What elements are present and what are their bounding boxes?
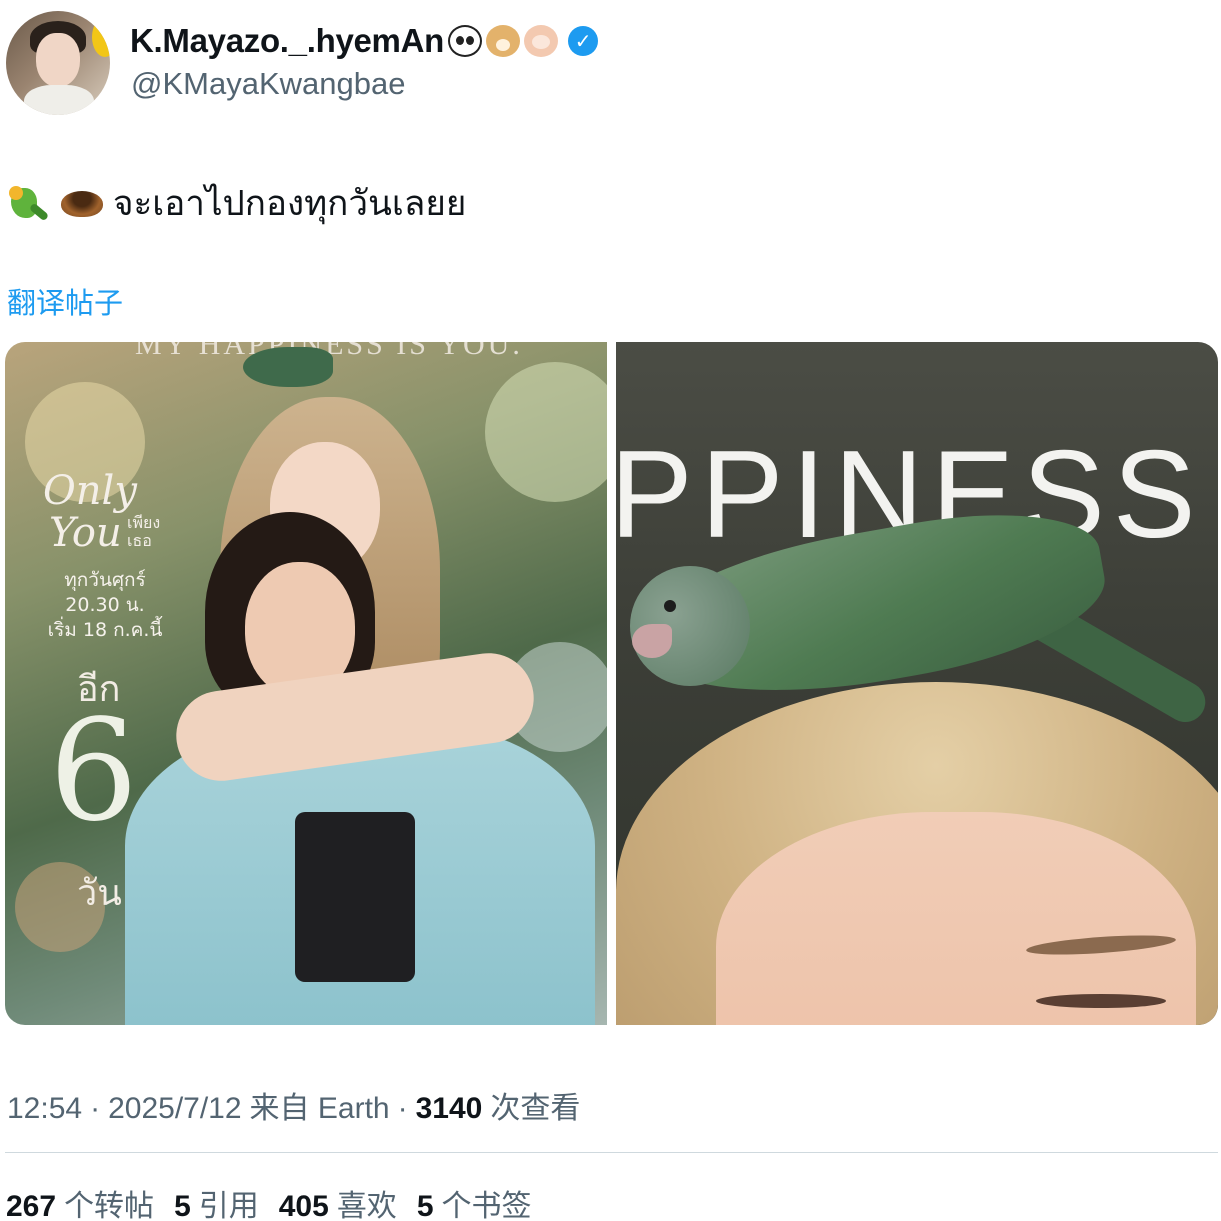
author-display-name[interactable]: K.Mayazo._.hyemAn ✓ [130,22,598,60]
translate-post-link[interactable]: 翻译帖子 [7,280,123,322]
poster-logo-only: Only [43,468,137,514]
small-parrot [243,347,333,387]
parrot-beak [632,624,672,658]
quotes-stat[interactable]: 5 引用 [174,1181,259,1221]
meta-separator: · [397,1092,408,1125]
retweets-stat[interactable]: 267 个转帖 [6,1181,154,1221]
likes-count: 405 [278,1190,329,1221]
tweet-date[interactable]: 2025/7/12 [108,1092,241,1126]
tweet-source: 来自 Earth [249,1092,390,1125]
dog-face-icon [486,25,520,57]
avatar-body [24,85,94,115]
panda-face-icon [448,25,482,57]
hamster-face-icon [524,25,558,57]
media-image-left[interactable]: MY HAPPINESS IS YOU. Only You เพียงเธอ ท… [5,342,607,1025]
poster-schedule-time: 20.30 น. [65,594,145,616]
quotes-count: 5 [174,1190,191,1221]
meta-separator: · [90,1092,101,1125]
tweet-text: จะเอาไปกองทุกวันเลยย [7,176,466,231]
author-handle[interactable]: @KMayaKwangbae [131,66,405,102]
author-name-text[interactable]: K.Mayazo._.hyemAn [130,22,444,60]
black-top [295,812,415,982]
poster-countdown-number: 6 [49,690,139,853]
likes-stat[interactable]: 405 喜欢 [279,1181,397,1221]
retweets-label: 个转帖 [64,1190,155,1221]
poster-logo: Only You เพียงเธอ [43,468,160,556]
tweet-meta: 12:54 · 2025/7/12 来自 Earth · 3140 次查看 [7,1083,580,1127]
views-label: 次查看 [490,1092,581,1125]
views-count: 3140 [415,1092,483,1125]
nest-icon [61,190,103,217]
parrot-eye [664,600,676,612]
avatar-balloon [92,17,110,57]
poster-logo-thai: เพียงเธอ [127,513,161,550]
media-image-right[interactable]: PPINESS I [616,342,1218,1025]
engagement-stats: 267 个转帖 5 引用 405 喜欢 5 个书签 [6,1181,532,1221]
quotes-label: 引用 [198,1190,259,1221]
divider [5,1152,1218,1153]
bookmarks-count: 5 [416,1190,434,1221]
parrot-icon [7,182,51,226]
poster-schedule-start: เริ่ม 18 ก.ค.นี้ [47,619,163,641]
verified-badge-icon[interactable]: ✓ [568,26,598,56]
avatar[interactable] [6,11,110,115]
likes-label: 喜欢 [336,1190,397,1221]
tweet-time[interactable]: 12:54 [7,1092,82,1126]
bookmarks-stat[interactable]: 5 个书签 [417,1181,532,1221]
poster-schedule-day: ทุกวันศุกร์ [64,569,146,591]
bookmarks-label: 个书签 [441,1190,532,1221]
media-grid: MY HAPPINESS IS YOU. Only You เพียงเธอ ท… [5,342,1218,1025]
poster-logo-you: You [49,510,122,556]
poster-countdown-unit: วัน [77,873,122,914]
tweet-body: จะเอาไปกองทุกวันเลยย [113,184,467,224]
poster-schedule: ทุกวันศุกร์ 20.30 น. เริ่ม 18 ก.ค.นี้ [35,568,175,643]
tweet-detail: K.Mayazo._.hyemAn ✓ @KMayaKwangbae จะเอา… [0,0,1221,1221]
retweets-count: 267 [6,1190,57,1221]
zoomed-eye [1036,994,1166,1008]
avatar-face [36,33,80,87]
